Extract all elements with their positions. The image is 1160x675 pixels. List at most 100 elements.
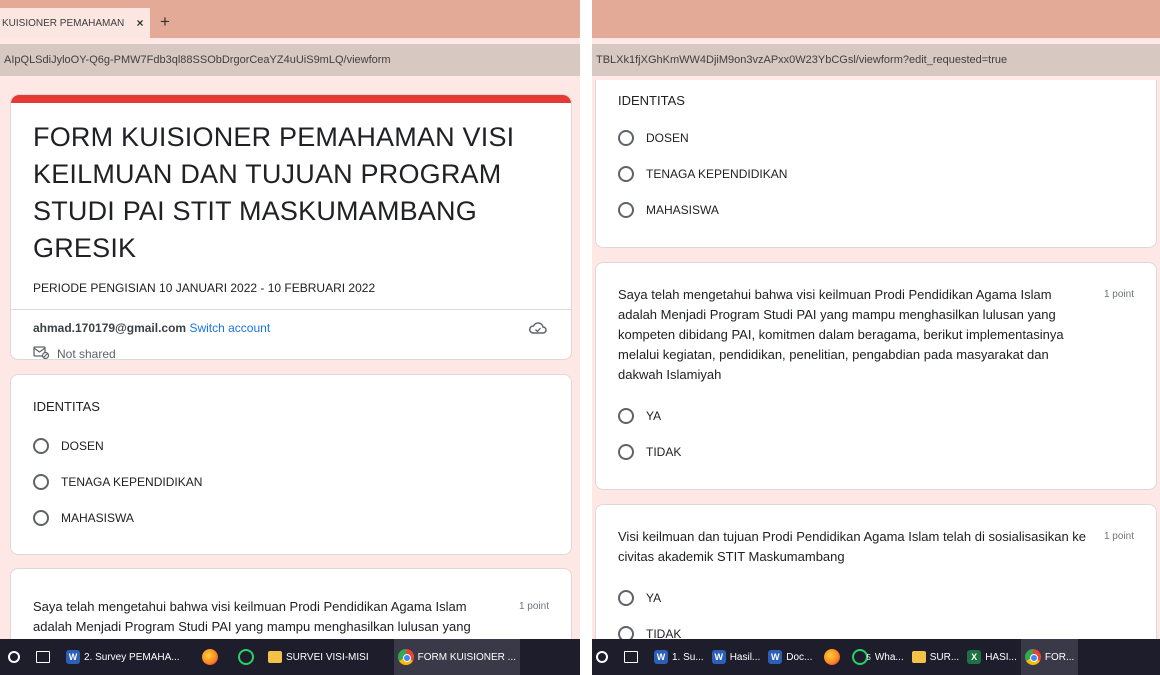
radio-button[interactable] (33, 474, 49, 490)
excel-icon: X (967, 650, 982, 664)
start-icon (8, 651, 20, 663)
start-button[interactable] (592, 639, 612, 675)
question-1-card: Saya telah mengetahui bahwa visi keilmua… (595, 262, 1157, 490)
whatsapp-icon (238, 649, 254, 665)
option-tidak[interactable]: TIDAK (618, 444, 681, 460)
question-1-card: Saya telah mengetahui bahwa visi keilmua… (10, 568, 572, 639)
form-header-card: FORM KUISIONER PEMAHAMAN VISI KEILMUAN D… (10, 94, 572, 360)
radio-button[interactable] (618, 590, 634, 606)
taskbar-folder-survei[interactable]: SURVEI VISI-MISI (264, 639, 394, 675)
taskbar-label: SURVEI VISI-MISI (286, 651, 369, 663)
radio-button[interactable] (618, 444, 634, 460)
taskbar-word-doc[interactable]: W Doc... (764, 639, 816, 675)
option-label: MAHASISWA (61, 511, 134, 525)
taskbar-label: FOR... (1044, 651, 1075, 663)
not-shared-label: Not shared (57, 346, 116, 360)
close-tab-icon[interactable]: × (130, 16, 150, 30)
taskbar-label: SUR... (929, 651, 960, 663)
radio-button[interactable] (618, 166, 634, 182)
taskbar-label: Hasil... (729, 651, 761, 663)
tab-form-kuisioner[interactable]: KUISIONER PEMAHAMAN × (0, 8, 150, 38)
account-info: ahmad.170179@gmail.com Switch account (33, 321, 270, 335)
header-accent-stripe (11, 95, 571, 103)
taskbar-folder-survei[interactable]: SUR... (908, 639, 963, 675)
question-2-text: Visi keilmuan dan tujuan Prodi Pendidika… (618, 529, 1087, 564)
address-bar[interactable]: TBLXk1fjXGhKmWW4DjiM9on3vzAPxx0W23YbCGsl… (592, 44, 1160, 76)
option-mahasiswa[interactable]: MAHASISWA (618, 202, 719, 218)
question-1-text: Saya telah mengetahui bahwa visi keilmua… (618, 287, 1064, 382)
task-view-button[interactable] (24, 639, 62, 675)
new-tab-button[interactable]: + (160, 12, 170, 32)
folder-icon (911, 651, 926, 663)
taskbar-label: 2. Survey PEMAHA... (84, 651, 180, 663)
option-label: TIDAK (646, 627, 682, 639)
option-tenaga-kependidikan[interactable]: TENAGA KEPENDIDIKAN (33, 474, 202, 490)
form-title: FORM KUISIONER PEMAHAMAN VISI KEILMUAN D… (33, 122, 515, 263)
question-1-points: 1 point (1103, 289, 1134, 300)
account-email: ahmad.170179@gmail.com (33, 321, 187, 335)
chrome-icon (1024, 649, 1041, 665)
radio-button[interactable] (618, 130, 634, 146)
question-1-text: Saya telah mengetahui bahwa visi keilmua… (33, 599, 471, 634)
taskbar-label: Wha... (874, 651, 904, 663)
taskbar-firefox[interactable] (816, 639, 848, 675)
question-1-points: 1 point (518, 601, 549, 612)
option-label: DOSEN (61, 439, 104, 453)
task-view-icon (36, 651, 50, 663)
taskbar-chrome-form[interactable]: FORM KUISIONER ... (394, 639, 520, 675)
option-label: DOSEN (646, 131, 689, 145)
radio-button[interactable] (618, 408, 634, 424)
taskbar-label: HASI... (985, 651, 1017, 663)
start-icon (596, 651, 608, 663)
taskbar-whatsapp[interactable] (228, 639, 264, 675)
taskbar-label: 1. Su... (672, 651, 704, 663)
firefox-icon (824, 649, 841, 665)
taskbar-whatsapp[interactable]: 5 Wha... (848, 639, 907, 675)
radio-button[interactable] (618, 202, 634, 218)
taskbar-word-1[interactable]: W 1. Su... (650, 639, 708, 675)
radio-button[interactable] (618, 626, 634, 639)
option-mahasiswa[interactable]: MAHASISWA (33, 510, 134, 526)
firefox-icon (202, 649, 218, 665)
tab-strip: KUISIONER PEMAHAMAN × + (0, 0, 580, 38)
divider (11, 309, 571, 310)
not-shared-icon (33, 345, 50, 359)
option-ya[interactable]: YA (618, 408, 661, 424)
taskbar-excel-hasil[interactable]: X HASI... (963, 639, 1021, 675)
tab-title: KUISIONER PEMAHAMAN (2, 17, 125, 29)
left-browser-window: KUISIONER PEMAHAMAN × + AIpQLSdiJyloOY-Q… (0, 0, 580, 675)
url-text: TBLXk1fjXGhKmWW4DjiM9on3vzAPxx0W23YbCGsl… (596, 54, 1008, 66)
task-view-button[interactable] (612, 639, 650, 675)
radio-button[interactable] (33, 438, 49, 454)
right-browser-window: TBLXk1fjXGhKmWW4DjiM9on3vzAPxx0W23YbCGsl… (592, 0, 1160, 675)
option-label: TIDAK (646, 445, 682, 459)
option-ya[interactable]: YA (618, 590, 661, 606)
option-label: YA (646, 409, 662, 423)
option-dosen[interactable]: DOSEN (33, 438, 104, 454)
start-button[interactable] (0, 639, 24, 675)
option-dosen[interactable]: DOSEN (618, 130, 689, 146)
address-bar[interactable]: AIpQLSdiJyloOY-Q6g-PMW7Fdb3ql88SSObDrgor… (0, 44, 580, 76)
identitas-card: IDENTITAS DOSEN TENAGA KEPENDIDIKAN MAHA… (595, 80, 1157, 248)
taskbar-word-hasil[interactable]: W Hasil... (708, 639, 765, 675)
identitas-card: IDENTITAS DOSEN TENAGA KEPENDIDIKAN MAHA… (10, 374, 572, 555)
word-icon: W (66, 650, 80, 664)
word-icon: W (768, 650, 783, 664)
tab-strip (592, 0, 1160, 38)
taskbar-firefox[interactable] (192, 639, 228, 675)
option-tenaga-kependidikan[interactable]: TENAGA KEPENDIDIKAN (618, 166, 787, 182)
taskbar: W 1. Su... W Hasil... W Doc... 5 Wha... … (592, 639, 1160, 675)
identitas-title: IDENTITAS (33, 399, 100, 414)
taskbar-label: Doc... (786, 651, 813, 663)
radio-button[interactable] (33, 510, 49, 526)
not-shared-status: Not shared (33, 345, 116, 360)
taskbar-word-survey[interactable]: W 2. Survey PEMAHA... (62, 639, 192, 675)
option-tidak[interactable]: TIDAK (618, 626, 681, 639)
taskbar: W 2. Survey PEMAHA... SURVEI VISI-MISI F… (0, 639, 580, 675)
option-label: YA (646, 591, 662, 605)
word-icon: W (711, 650, 726, 664)
url-text: AIpQLSdiJyloOY-Q6g-PMW7Fdb3ql88SSObDrgor… (4, 54, 391, 66)
taskbar-chrome-form[interactable]: FOR... (1020, 639, 1079, 675)
question-2-points: 1 point (1103, 531, 1134, 542)
switch-account-link[interactable]: Switch account (189, 321, 270, 335)
